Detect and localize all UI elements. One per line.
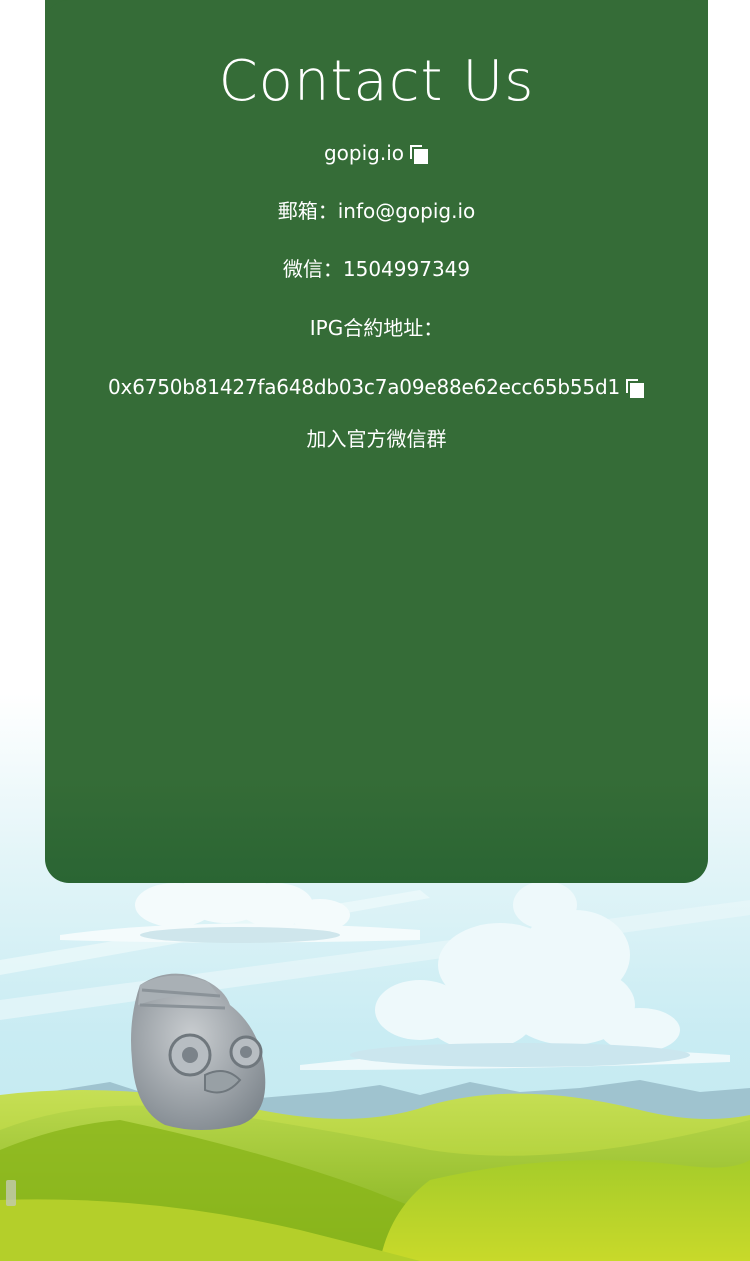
join-wechat-group-row: 加入官方微信群	[45, 425, 708, 453]
wechat-label: 微信：	[282, 257, 343, 281]
email-label: 郵箱：	[277, 199, 338, 223]
page-title: Contact Us	[218, 49, 535, 114]
wechat-value: 1504997349	[342, 257, 471, 281]
contact-card: Contact Us gopig.io 郵箱：info@gopig.io 微信：…	[45, 0, 708, 883]
contract-address: 0x6750b81427fa648db03c7a09e88e62ecc65b55…	[108, 375, 620, 399]
email-row: 郵箱：info@gopig.io	[45, 197, 708, 225]
wechat-row: 微信：1504997349	[45, 255, 708, 283]
site-row: gopig.io	[45, 139, 708, 167]
contract-address-row: 0x6750b81427fa648db03c7a09e88e62ecc65b55…	[45, 373, 708, 401]
email-value[interactable]: info@gopig.io	[338, 199, 476, 223]
join-wechat-group-link[interactable]: 加入官方微信群	[307, 427, 447, 451]
copy-icon[interactable]	[625, 379, 645, 398]
contract-label: IPG合約地址：	[309, 316, 444, 340]
copy-icon[interactable]	[410, 145, 429, 164]
site-link[interactable]: gopig.io	[324, 141, 404, 165]
